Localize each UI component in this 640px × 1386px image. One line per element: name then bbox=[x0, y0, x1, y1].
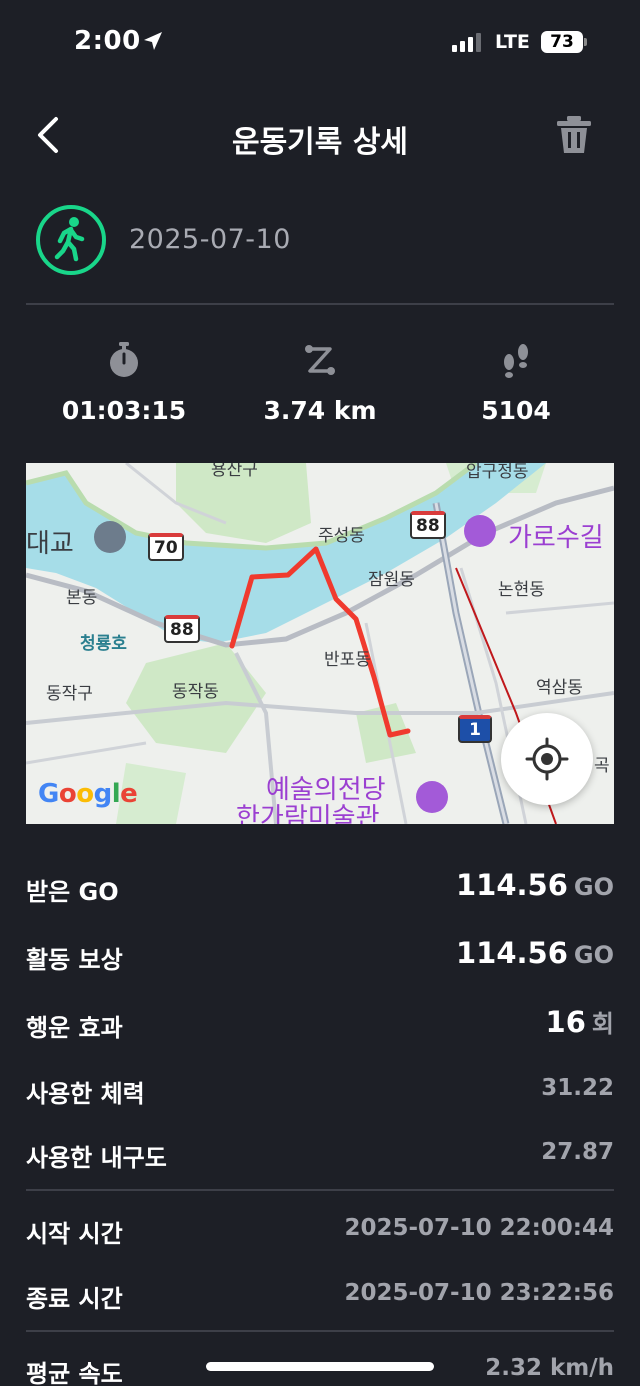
distance-route-icon bbox=[305, 345, 335, 375]
map-label: 가로수길 bbox=[508, 523, 604, 553]
route-shield: 70 bbox=[148, 533, 184, 561]
map-label: 대교 bbox=[26, 529, 74, 559]
map-label: 논현동 bbox=[498, 580, 545, 600]
luck-effect-row: 행운 효과 16 회 bbox=[26, 1002, 614, 1042]
activity-reward-unit: GO bbox=[573, 941, 614, 969]
activity-reward-label: 활동 보상 bbox=[26, 946, 123, 974]
activity-reward-value: 114.56 bbox=[455, 936, 568, 970]
avg-speed-value: 2.32 km/h bbox=[485, 1355, 614, 1381]
received-go-value: 114.56 bbox=[455, 868, 568, 902]
distance-value: 3.74 km bbox=[263, 396, 377, 425]
route-map[interactable]: 용산구 압구정동 대교 본동 청룡호 동작구 동작동 주성동 잠원동 반포동 논… bbox=[26, 463, 614, 824]
used-stamina-value: 31.22 bbox=[541, 1075, 614, 1101]
map-label-partial-top: 용산구 bbox=[211, 463, 258, 480]
signal-bars-icon bbox=[452, 33, 481, 52]
received-go-row: 받은 GO 114.56 GO bbox=[26, 866, 614, 906]
network-type: LTE bbox=[495, 31, 530, 53]
luck-effect-unit: 회 bbox=[591, 1010, 614, 1038]
used-durability-value: 27.87 bbox=[541, 1139, 614, 1165]
map-label: 잠원동 bbox=[368, 570, 415, 590]
map-label: 한가람미술관 bbox=[236, 803, 380, 824]
locate-button[interactable] bbox=[501, 713, 593, 805]
stopwatch-icon bbox=[110, 342, 138, 377]
map-label: 반포동 bbox=[324, 650, 371, 670]
map-label: 주성동 bbox=[318, 526, 365, 546]
used-stamina-row: 사용한 체력 31.22 bbox=[26, 1068, 614, 1108]
stat-steps: 5104 bbox=[416, 340, 616, 425]
luck-effect-value: 16 bbox=[545, 1005, 586, 1039]
stat-duration: 01:03:15 bbox=[24, 340, 224, 425]
battery-icon: 73 bbox=[541, 31, 587, 53]
map-label: 역삼동 bbox=[536, 678, 583, 698]
divider bbox=[26, 1330, 614, 1332]
activity-date: 2025-07-10 bbox=[129, 224, 291, 255]
map-label-partial-top-right: 압구정동 bbox=[466, 463, 529, 482]
received-go-unit: GO bbox=[573, 873, 614, 901]
luck-effect-label: 행운 효과 bbox=[26, 1014, 123, 1042]
end-time-row: 종료 시간 2025-07-10 23:22:56 bbox=[26, 1273, 614, 1313]
route-shield: 88 bbox=[410, 511, 446, 539]
status-time: 2:00 bbox=[74, 26, 141, 56]
map-label: 동작동 bbox=[172, 682, 219, 702]
received-go-value-wrap: 114.56 GO bbox=[456, 868, 614, 902]
camera-poi-icon[interactable] bbox=[464, 515, 496, 547]
footprints-icon bbox=[504, 344, 528, 378]
route-shield: 88 bbox=[164, 615, 200, 643]
trash-icon[interactable] bbox=[552, 113, 596, 157]
divider bbox=[26, 1189, 614, 1191]
crosshair-icon bbox=[525, 737, 569, 781]
end-time-label: 종료 시간 bbox=[26, 1285, 123, 1313]
bridge-poi-icon[interactable] bbox=[94, 521, 126, 553]
activity-reward-row: 활동 보상 114.56 GO bbox=[26, 934, 614, 974]
map-label: 본동 bbox=[66, 588, 98, 608]
battery-level: 73 bbox=[550, 32, 574, 52]
status-bar: 2:00 LTE 73 bbox=[0, 0, 640, 90]
start-time-row: 시작 시간 2025-07-10 22:00:44 bbox=[26, 1208, 614, 1248]
luck-effect-value-wrap: 16 회 bbox=[546, 1004, 614, 1039]
divider bbox=[26, 303, 614, 305]
route-shield: 1 bbox=[458, 715, 492, 743]
home-indicator[interactable] bbox=[206, 1362, 434, 1371]
used-stamina-label: 사용한 체력 bbox=[26, 1080, 145, 1108]
map-label: 곡 bbox=[594, 756, 610, 776]
google-attribution[interactable]: Google bbox=[38, 779, 138, 809]
walking-person-icon bbox=[36, 205, 106, 275]
start-time-label: 시작 시간 bbox=[26, 1220, 123, 1248]
end-time-value: 2025-07-10 23:22:56 bbox=[344, 1280, 614, 1306]
used-durability-row: 사용한 내구도 27.87 bbox=[26, 1132, 614, 1172]
steps-value: 5104 bbox=[481, 396, 551, 425]
museum-poi-icon[interactable] bbox=[416, 781, 448, 813]
page-title: 운동기록 상세 bbox=[231, 125, 409, 160]
used-durability-label: 사용한 내구도 bbox=[26, 1144, 167, 1172]
header: 운동기록 상세 bbox=[0, 95, 640, 175]
map-label: 청룡호 bbox=[80, 634, 127, 654]
avg-speed-label: 평균 속도 bbox=[26, 1360, 123, 1386]
stat-distance: 3.74 km bbox=[220, 340, 420, 425]
activity-reward-value-wrap: 114.56 GO bbox=[456, 936, 614, 970]
duration-value: 01:03:15 bbox=[61, 396, 187, 425]
location-arrow-icon bbox=[144, 32, 162, 50]
received-go-label: 받은 GO bbox=[26, 878, 119, 906]
start-time-value: 2025-07-10 22:00:44 bbox=[344, 1215, 614, 1241]
map-label: 동작구 bbox=[46, 684, 93, 704]
